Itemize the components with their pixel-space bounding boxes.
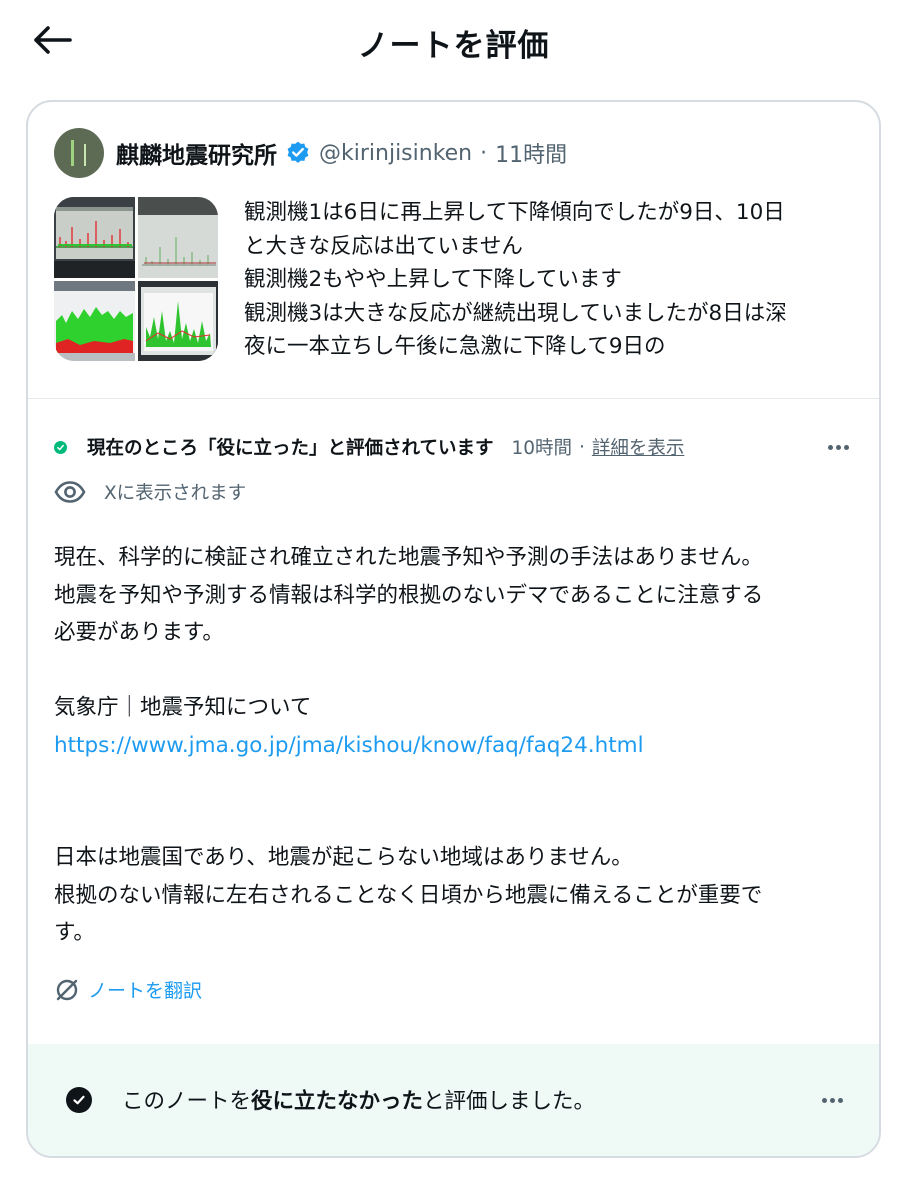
top-bar: ノートを評価 <box>0 0 907 80</box>
note-body-line: 必要があります。 <box>54 620 224 645</box>
visibility-text: Xに表示されます <box>104 483 247 504</box>
more-dots-icon <box>821 1097 827 1103</box>
rating-result-bar: このノートを役に立たなかったと評価しました。 <box>28 1044 879 1156</box>
note-status-label: 現在のところ「役に立った」と評価されています <box>87 438 494 459</box>
note-body-blank <box>54 764 854 802</box>
more-options-button[interactable] <box>823 433 853 461</box>
note-body-line: 現在、科学的に検証され確立された地震予知や予測の手法はありません。 <box>54 545 763 570</box>
chart-thumbnail-3[interactable] <box>54 280 135 361</box>
rating-emphasis: 役に立たなかった <box>251 1089 424 1114</box>
note-body-blank <box>54 652 854 690</box>
visibility-row: Xに表示されます <box>54 477 246 507</box>
tweet-text: 観測機1は6日に再上昇して下降傾向でしたが9日、10日 と大きな反応は出ていませ… <box>244 196 854 364</box>
chart-thumbnail-2[interactable] <box>137 197 218 278</box>
meta-separator: · <box>480 140 488 166</box>
eye-icon <box>54 481 86 503</box>
rating-prefix: このノートを <box>122 1089 252 1114</box>
tweet-preview[interactable]: 麒麟地震研究所 @kirinjisinken · 11時間 観測機1は6日に再上… <box>28 102 879 399</box>
note-body-line: 根拠のない情報に左右されることなく日頃から地震に備えることが重要で <box>54 882 763 908</box>
note-body-line: 気象庁｜地震予知について <box>54 695 312 720</box>
check-circle-icon <box>66 1087 92 1113</box>
tweet-meta: 麒麟地震研究所 @kirinjisinken · 11時間 <box>116 136 567 170</box>
note-body: 現在、科学的に検証され確立された地震予知や予測の手法はありません。 地震を予知や… <box>54 539 854 952</box>
verified-badge-icon <box>287 141 309 163</box>
tweet-text-line: 観測機3は大きな反応が継続出現していましたが8日は深 <box>244 300 787 326</box>
media-grid[interactable] <box>54 197 218 361</box>
check-dot-icon <box>54 440 67 454</box>
translate-note-button[interactable]: ノートを翻訳 <box>54 976 202 1003</box>
source-link[interactable]: https://www.jma.go.jp/jma/kishou/know/fa… <box>54 727 854 765</box>
translate-label: ノートを翻訳 <box>88 980 203 1002</box>
rating-suffix: と評価しました。 <box>423 1089 596 1114</box>
author-name[interactable]: 麒麟地震研究所 <box>116 136 277 170</box>
page-title: ノートを評価 <box>357 28 550 64</box>
rating-more-options-button[interactable] <box>817 1086 847 1114</box>
note-status-time: 10時間 <box>511 438 572 459</box>
note-body-blank <box>54 802 854 840</box>
note-body-line: す。 <box>54 920 95 945</box>
avatar[interactable] <box>54 128 104 178</box>
status-separator: · <box>579 436 585 458</box>
note-card: 麒麟地震研究所 @kirinjisinken · 11時間 観測機1は6日に再上… <box>26 100 881 1158</box>
tweet-text-line: 観測機1は6日に再上昇して下降傾向でしたが9日、10日 <box>244 200 785 225</box>
author-handle[interactable]: @kirinjisinken <box>319 141 472 166</box>
tweet-text-line: 夜に一本立ちし午後に急激に下降して9日の <box>244 334 666 359</box>
tweet-text-line: と大きな反応は出ていません <box>244 233 523 259</box>
chart-thumbnail-1[interactable] <box>54 197 135 278</box>
note-body-line: 日本は地震国であり、地震が起こらない地域はありません。 <box>54 845 633 870</box>
chart-thumbnail-4[interactable] <box>137 280 218 361</box>
more-dots-icon <box>827 444 833 450</box>
note-body-line: 地震を予知や予測する情報は科学的根拠のないデマであることに注意する <box>54 582 764 608</box>
rating-result-text: このノートを役に立たなかったと評価しました。 <box>122 1084 595 1115</box>
tweet-text-line: 観測機2もやや上昇して下降しています <box>244 267 622 292</box>
details-link[interactable]: 詳細を表示 <box>592 434 685 460</box>
tweet-time[interactable]: 11時間 <box>495 137 567 169</box>
translate-icon <box>56 979 78 1000</box>
note-status-row: 現在のところ「役に立った」と評価されています 10時間 · 詳細を表示 <box>54 433 854 461</box>
